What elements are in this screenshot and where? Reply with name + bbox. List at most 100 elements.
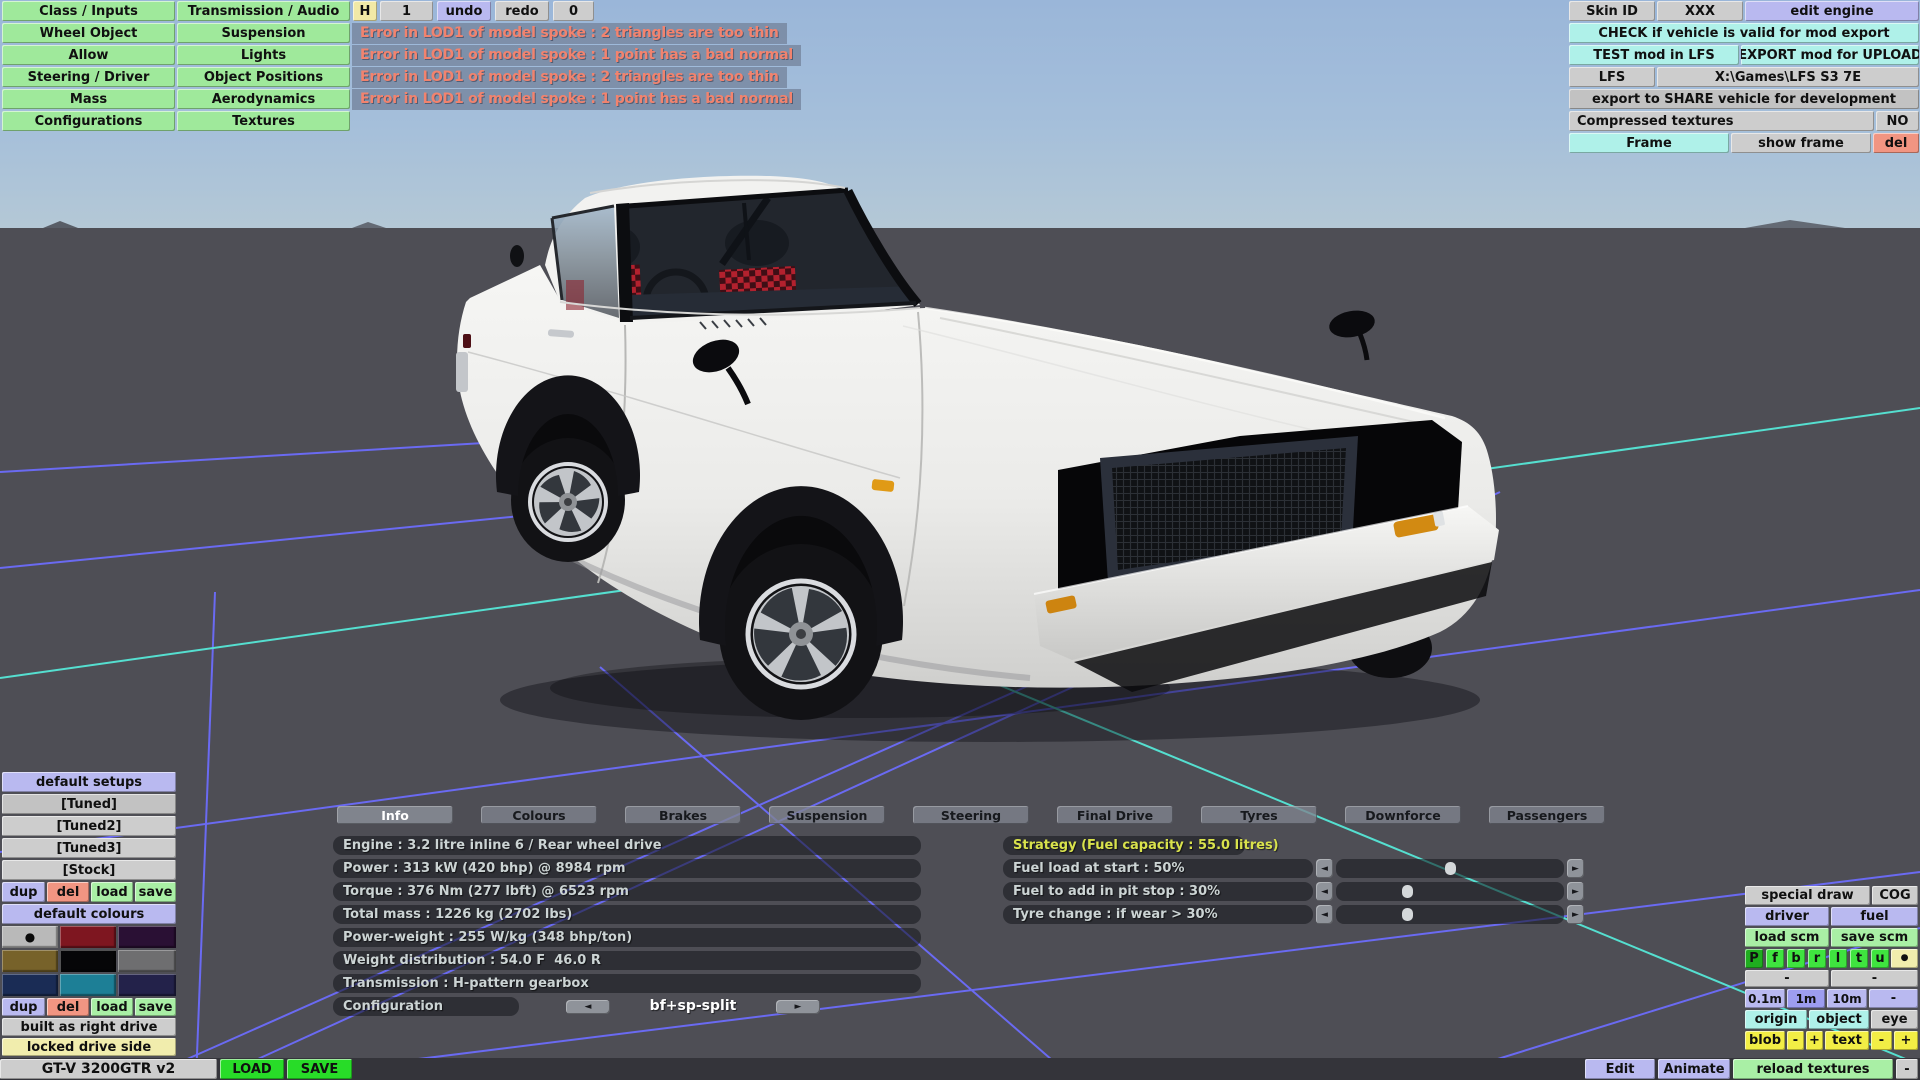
text-minus-button[interactable]: - xyxy=(1871,1031,1892,1050)
tab-info[interactable]: Info xyxy=(337,806,453,824)
tab-suspension[interactable]: Suspension xyxy=(769,806,885,824)
layer-l-button[interactable]: l xyxy=(1829,949,1847,968)
menu-transmission-audio[interactable]: Transmission / Audio xyxy=(177,1,350,21)
blob-button[interactable]: blob xyxy=(1745,1031,1785,1050)
setup-del-button[interactable]: del xyxy=(47,882,89,902)
colour-swatch-2[interactable] xyxy=(60,926,116,948)
check-valid-button[interactable]: CHECK if vehicle is valid for mod export xyxy=(1569,23,1919,43)
object-button[interactable]: object xyxy=(1809,1010,1869,1029)
tyre-change-slider[interactable] xyxy=(1336,905,1564,924)
frame-button[interactable]: Frame xyxy=(1569,133,1729,153)
scale-minus-button[interactable]: - xyxy=(1869,989,1918,1008)
redo-button[interactable]: redo xyxy=(495,1,549,21)
menu-mass[interactable]: Mass xyxy=(2,89,175,109)
colour-swatch-7[interactable] xyxy=(2,974,58,996)
save-scm-button[interactable]: save scm xyxy=(1831,928,1918,947)
menu-steering-driver[interactable]: Steering / Driver xyxy=(2,67,175,87)
colour-swatch-8[interactable] xyxy=(60,974,116,996)
colour-load-button[interactable]: load xyxy=(91,998,133,1016)
load-vehicle-button[interactable]: LOAD xyxy=(220,1059,284,1079)
edit-mode-button[interactable]: Edit xyxy=(1585,1059,1655,1079)
blob-plus-button[interactable]: + xyxy=(1806,1031,1823,1050)
layer-u-button[interactable]: u xyxy=(1871,949,1889,968)
colour-del-button[interactable]: del xyxy=(47,998,89,1016)
vehicle-name[interactable]: GT-V 3200GTR v2 xyxy=(0,1059,217,1079)
tyre-change-increase[interactable]: ► xyxy=(1567,905,1584,924)
lfs-button[interactable]: LFS xyxy=(1569,67,1655,87)
configuration-next-button[interactable]: ► xyxy=(776,1000,820,1014)
layer-f-button[interactable]: f xyxy=(1766,949,1784,968)
tyre-change-decrease[interactable]: ◄ xyxy=(1316,905,1333,924)
minus-button-1[interactable]: - xyxy=(1745,970,1829,987)
configuration-prev-button[interactable]: ◄ xyxy=(566,1000,610,1014)
cog-button[interactable]: COG xyxy=(1872,886,1918,905)
reload-minus-button[interactable]: - xyxy=(1896,1059,1918,1079)
pit-fuel-slider[interactable] xyxy=(1336,882,1564,901)
tab-final-drive[interactable]: Final Drive xyxy=(1057,806,1173,824)
colour-swatch-4[interactable] xyxy=(2,950,58,972)
special-draw-button[interactable]: special draw xyxy=(1745,886,1870,905)
setup-dup-button[interactable]: dup xyxy=(2,882,45,902)
text-button[interactable]: text xyxy=(1825,1031,1869,1050)
layer-b-button[interactable]: b xyxy=(1787,949,1805,968)
layer-r-button[interactable]: r xyxy=(1808,949,1826,968)
pit-fuel-increase[interactable]: ► xyxy=(1567,882,1584,901)
menu-object-positions[interactable]: Object Positions xyxy=(177,67,350,87)
reload-textures-button[interactable]: reload textures xyxy=(1733,1059,1893,1079)
lfs-path[interactable]: X:\Games\LFS S3 7E xyxy=(1657,67,1919,87)
colour-swatch-3[interactable] xyxy=(118,926,176,948)
tab-tyres[interactable]: Tyres xyxy=(1201,806,1317,824)
frame-del-button[interactable]: del xyxy=(1873,133,1919,153)
edit-engine-button[interactable]: edit engine xyxy=(1745,1,1919,21)
skin-id-value[interactable]: XXX xyxy=(1657,1,1743,21)
compressed-textures-label[interactable]: Compressed textures xyxy=(1569,111,1874,131)
test-mod-button[interactable]: TEST mod in LFS xyxy=(1569,45,1739,65)
text-plus-button[interactable]: + xyxy=(1894,1031,1918,1050)
save-vehicle-button[interactable]: SAVE xyxy=(287,1059,352,1079)
fuel-button[interactable]: fuel xyxy=(1831,907,1918,926)
setup-tuned[interactable]: [Tuned] xyxy=(2,794,176,814)
tab-colours[interactable]: Colours xyxy=(481,806,597,824)
menu-wheel-object[interactable]: Wheel Object xyxy=(2,23,175,43)
menu-lights[interactable]: Lights xyxy=(177,45,350,65)
animate-mode-button[interactable]: Animate xyxy=(1658,1059,1730,1079)
menu-suspension[interactable]: Suspension xyxy=(177,23,350,43)
slider-thumb[interactable] xyxy=(1445,862,1456,875)
history-count[interactable]: 1 xyxy=(380,1,433,21)
slider-thumb[interactable] xyxy=(1402,908,1413,921)
slider-thumb[interactable] xyxy=(1402,885,1413,898)
skin-id-button[interactable]: Skin ID xyxy=(1569,1,1655,21)
colour-swatch-5[interactable] xyxy=(60,950,116,972)
menu-allow[interactable]: Allow xyxy=(2,45,175,65)
layer-t-button[interactable]: t xyxy=(1850,949,1868,968)
scale-1m-button[interactable]: 1m xyxy=(1787,989,1825,1008)
scale-01m-button[interactable]: 0.1m xyxy=(1745,989,1785,1008)
export-upload-button[interactable]: EXPORT mod for UPLOAD xyxy=(1741,45,1919,65)
scale-10m-button[interactable]: 10m xyxy=(1827,989,1867,1008)
tab-steering[interactable]: Steering xyxy=(913,806,1029,824)
setup-load-button[interactable]: load xyxy=(91,882,133,902)
redo-count[interactable]: 0 xyxy=(553,1,594,21)
tab-brakes[interactable]: Brakes xyxy=(625,806,741,824)
fuel-load-decrease[interactable]: ◄ xyxy=(1316,859,1333,878)
locked-drive-side[interactable]: locked drive side xyxy=(2,1038,176,1056)
colour-swatch-9[interactable] xyxy=(118,974,176,996)
menu-textures[interactable]: Textures xyxy=(177,111,350,131)
colour-dup-button[interactable]: dup xyxy=(2,998,45,1016)
tab-downforce[interactable]: Downforce xyxy=(1345,806,1461,824)
menu-configurations[interactable]: Configurations xyxy=(2,111,175,131)
setup-tuned3[interactable]: [Tuned3] xyxy=(2,838,176,858)
undo-button[interactable]: undo xyxy=(437,1,491,21)
fuel-load-increase[interactable]: ► xyxy=(1567,859,1584,878)
compressed-textures-value[interactable]: NO xyxy=(1876,111,1919,131)
share-export-button[interactable]: export to SHARE vehicle for development xyxy=(1569,89,1919,109)
colour-save-button[interactable]: save xyxy=(135,998,176,1016)
pit-fuel-decrease[interactable]: ◄ xyxy=(1316,882,1333,901)
tab-passengers[interactable]: Passengers xyxy=(1489,806,1605,824)
viewport-3d[interactable] xyxy=(0,0,1920,1080)
fuel-load-slider[interactable] xyxy=(1336,859,1564,878)
driver-button[interactable]: driver xyxy=(1745,907,1829,926)
setup-stock[interactable]: [Stock] xyxy=(2,860,176,880)
colour-swatch-6[interactable] xyxy=(118,950,176,972)
default-colours-header[interactable]: default colours xyxy=(2,904,176,924)
